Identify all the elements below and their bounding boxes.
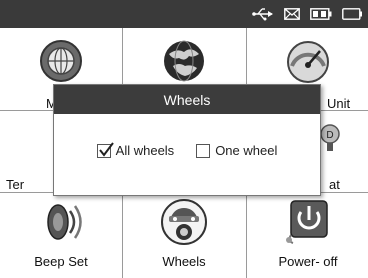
- battery-icon: [310, 8, 332, 20]
- globe-dial-icon: [36, 36, 86, 86]
- option-all-wheels-label: All wheels: [115, 143, 175, 158]
- power-plug-icon: [342, 8, 362, 20]
- menu-item-row1-right-label: Unit: [327, 96, 351, 111]
- menu-item-row2-left-label: Ter: [6, 177, 25, 192]
- checkmark-icon: [98, 141, 114, 157]
- checkbox-one-wheel[interactable]: [196, 143, 211, 158]
- dialog-title: Wheels: [54, 85, 320, 114]
- gauge-icon: [283, 36, 333, 86]
- menu-item-wheels[interactable]: Wheels: [123, 193, 245, 275]
- globe-icon: [159, 36, 209, 86]
- power-off-label: Power- off: [278, 254, 338, 269]
- badge-icon: D: [319, 123, 341, 158]
- mail-icon: [284, 8, 300, 20]
- menu-item-row2-right-label: at: [329, 177, 340, 192]
- menu-item-beep-set[interactable]: Beep Set: [0, 193, 122, 275]
- power-icon: [283, 197, 333, 247]
- menu-item-power-off[interactable]: Power- off: [247, 193, 368, 275]
- speaker-icon: [36, 197, 86, 247]
- wheels-dialog: Wheels All wheels One wheel: [53, 84, 321, 196]
- status-bar: [0, 0, 368, 28]
- svg-text:D: D: [326, 130, 333, 141]
- beep-set-label: Beep Set: [34, 254, 88, 269]
- usb-icon: [252, 7, 274, 21]
- option-one-wheel-label: One wheel: [215, 143, 278, 158]
- wheels-icon: [159, 197, 209, 247]
- status-icons: [252, 4, 362, 24]
- option-all-wheels[interactable]: All wheels: [96, 141, 175, 158]
- option-one-wheel[interactable]: One wheel: [196, 143, 277, 158]
- wheels-label: Wheels: [162, 254, 206, 269]
- dialog-options: All wheels One wheel: [54, 141, 320, 158]
- checkbox-all-wheels[interactable]: [96, 141, 114, 158]
